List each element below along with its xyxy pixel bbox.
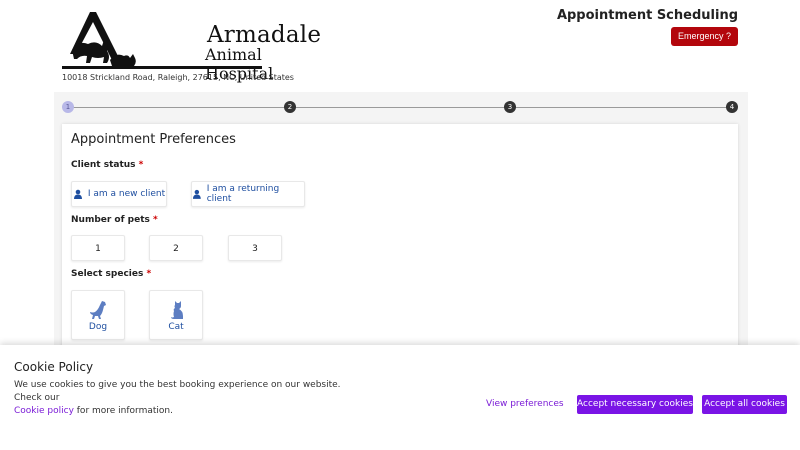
progress-stepper: 1 2 3 4	[62, 100, 740, 114]
user-icon	[73, 189, 82, 199]
logo-animals-icon	[62, 12, 146, 69]
user-icon	[192, 189, 201, 199]
step-2[interactable]: 2	[284, 101, 296, 113]
accept-all-button[interactable]: Accept all cookies	[702, 395, 787, 414]
required-mark: *	[146, 269, 152, 279]
required-mark: *	[138, 160, 144, 170]
hospital-logo[interactable]: Armadale Animal Hospital	[62, 10, 321, 83]
step-4[interactable]: 4	[726, 101, 738, 113]
new-client-label: I am a new client	[87, 189, 166, 199]
page: Armadale Animal Hospital 10018 Stricklan…	[0, 0, 800, 450]
cookie-title: Cookie Policy	[14, 360, 94, 374]
stepper-line	[68, 107, 734, 108]
cookie-banner: Cookie Policy We use cookies to give you…	[0, 345, 800, 450]
required-mark: *	[153, 215, 158, 225]
species-cat-button[interactable]: Cat	[149, 290, 203, 340]
preferences-card: Appointment Preferences Client status * …	[62, 124, 738, 350]
section-title: Appointment Preferences	[71, 132, 236, 147]
logo-underline	[62, 66, 262, 69]
cookie-policy-link[interactable]: Cookie policy	[14, 406, 74, 416]
wizard-panel: 1 2 3 4 Appointment Preferences Client s…	[54, 92, 748, 352]
view-preferences-link[interactable]: View preferences	[486, 399, 564, 409]
step-3[interactable]: 3	[504, 101, 516, 113]
dog-icon	[90, 301, 106, 319]
step-1[interactable]: 1	[62, 101, 74, 113]
returning-client-button[interactable]: I am a returning client	[191, 181, 305, 207]
emergency-button[interactable]: Emergency ?	[670, 27, 738, 46]
cookie-text-main: We use cookies to give you the best book…	[14, 380, 341, 403]
page-title: Appointment Scheduling	[556, 8, 738, 23]
client-status-label: Client status *	[71, 160, 144, 170]
species-dog-button[interactable]: Dog	[71, 290, 125, 340]
accept-necessary-button[interactable]: Accept necessary cookies	[577, 395, 693, 414]
pets-option-1[interactable]: 1	[71, 235, 125, 261]
returning-client-label: I am a returning client	[206, 184, 280, 204]
pets-option-2[interactable]: 2	[149, 235, 203, 261]
new-client-button[interactable]: I am a new client	[71, 181, 167, 207]
clinic-address: 10018 Strickland Road, Raleigh, 27615, N…	[62, 73, 294, 82]
pets-option-3[interactable]: 3	[228, 235, 282, 261]
cat-icon	[171, 301, 183, 319]
select-species-label: Select species *	[71, 269, 152, 279]
number-of-pets-label: Number of pets *	[71, 215, 158, 225]
cookie-text: We use cookies to give you the best book…	[14, 379, 354, 418]
cat-label: Cat	[168, 322, 184, 332]
cookie-text-after: for more information.	[73, 406, 173, 416]
dog-label: Dog	[88, 322, 108, 332]
